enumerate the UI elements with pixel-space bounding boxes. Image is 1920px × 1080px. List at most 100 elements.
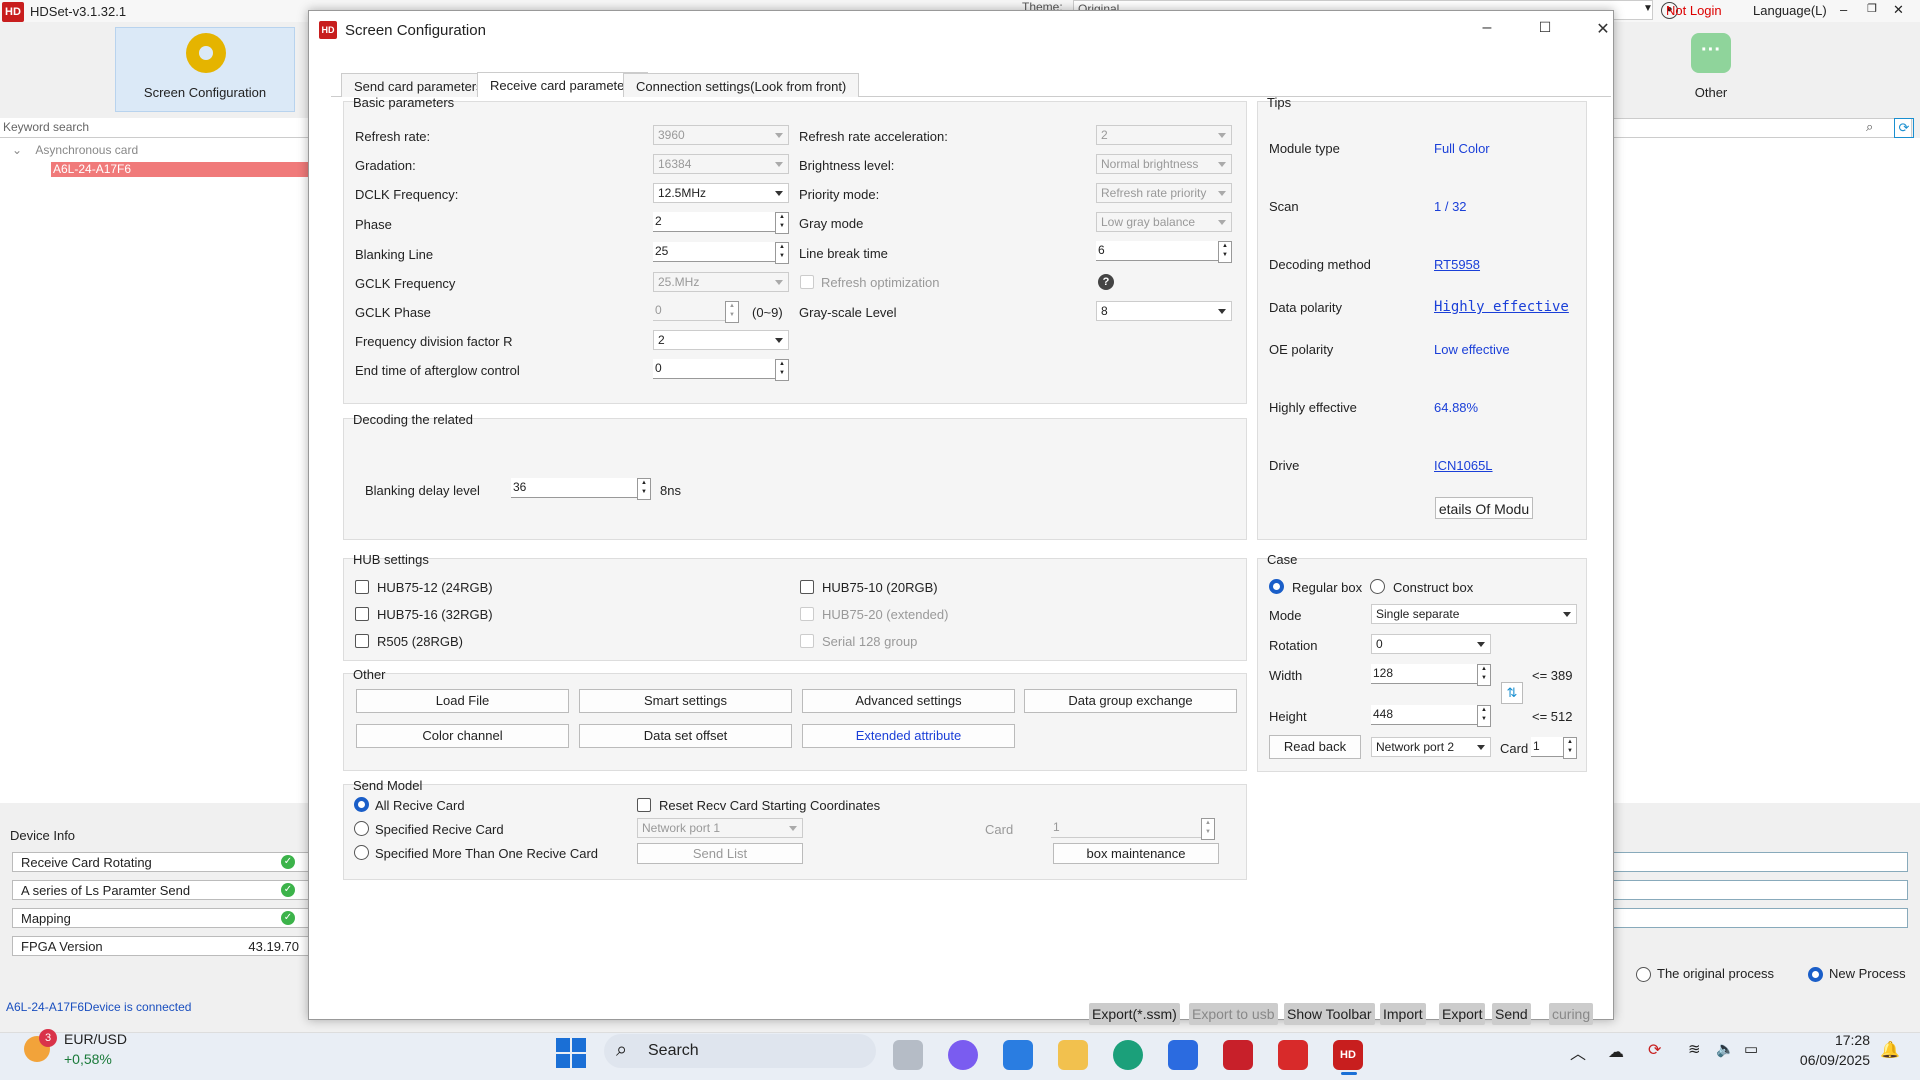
send-button[interactable]: Send — [1492, 1003, 1531, 1025]
hub75-10-checkbox[interactable] — [800, 580, 814, 594]
dclk-select[interactable]: 12.5MHz — [653, 183, 789, 203]
store-icon[interactable] — [1003, 1040, 1033, 1070]
taskbar-search[interactable]: Search — [604, 1034, 876, 1068]
width-spinbox[interactable]: 128 — [1371, 664, 1491, 686]
blanking-delay-spinbox[interactable]: 36 — [511, 478, 651, 500]
data-set-offset-button[interactable]: Data set offset — [579, 724, 792, 748]
drive-link[interactable]: ICN1065L — [1434, 458, 1493, 473]
minimize-icon[interactable]: – — [1840, 2, 1847, 17]
chevron-down-icon[interactable]: ▼ — [1643, 3, 1653, 14]
ticker-name[interactable]: EUR/USD — [64, 1031, 127, 1047]
hub75-16-checkbox[interactable] — [355, 607, 369, 621]
refresh-optimization-checkbox[interactable] — [800, 275, 814, 289]
priority-select[interactable]: Refresh rate priority — [1096, 183, 1232, 203]
regular-box-radio[interactable] — [1269, 579, 1284, 594]
restore-icon[interactable]: ❐ — [1867, 2, 1877, 15]
hub75-20-checkbox[interactable] — [800, 607, 814, 621]
line-break-spinbox[interactable]: 6 — [1096, 241, 1232, 263]
afterglow-spinbox[interactable]: 0 — [653, 359, 789, 381]
gray-mode-select[interactable]: Low gray balance — [1096, 212, 1232, 232]
login-link[interactable]: Not Login — [1666, 3, 1722, 18]
chevron-up-icon[interactable]: ︿ — [1570, 1040, 1586, 1064]
smart-settings-button[interactable]: Smart settings — [579, 689, 792, 713]
data-group-exchange-button[interactable]: Data group exchange — [1024, 689, 1237, 713]
load-file-button[interactable]: Load File — [356, 689, 569, 713]
box-maintenance-button[interactable]: box maintenance — [1053, 843, 1219, 864]
gradation-select[interactable]: 16384 — [653, 154, 789, 174]
keyword-search-input[interactable]: Keyword search — [0, 118, 310, 138]
edge-icon[interactable] — [1113, 1040, 1143, 1070]
brightness-select[interactable]: Normal brightness — [1096, 154, 1232, 174]
original-process-radio[interactable] — [1636, 967, 1651, 982]
blanking-line-spinbox[interactable]: 25 — [653, 242, 789, 264]
volume-icon[interactable]: 🔈 — [1716, 1040, 1735, 1058]
read-back-button[interactable]: Read back — [1269, 735, 1361, 759]
mode-select[interactable]: Single separate — [1371, 604, 1577, 624]
cloud-icon[interactable]: ☁ — [1608, 1042, 1624, 1062]
export-button[interactable]: Export — [1439, 1003, 1486, 1025]
decoding-method-link[interactable]: RT5958 — [1434, 257, 1480, 272]
specified-recive-card-radio[interactable] — [354, 821, 369, 836]
maximize-icon[interactable]: ☐ — [1525, 19, 1565, 41]
gray-scale-level-select[interactable]: 8 — [1096, 301, 1232, 321]
tree-root[interactable]: ⌄ Asynchronous card — [12, 143, 138, 157]
import-button[interactable]: Import — [1380, 1003, 1426, 1025]
new-process-radio[interactable] — [1808, 967, 1823, 982]
extended-attribute-button[interactable]: Extended attribute — [802, 724, 1015, 748]
data-polarity-link[interactable]: Highly effective — [1434, 299, 1569, 315]
swap-icon[interactable]: ⇅ — [1501, 682, 1523, 704]
more-icon[interactable]: ··· — [1691, 33, 1731, 73]
color-channel-button[interactable]: Color channel — [356, 724, 569, 748]
hdset-taskbar-icon[interactable]: HD — [1333, 1040, 1363, 1070]
close-icon[interactable]: ✕ — [1583, 19, 1623, 41]
close-icon[interactable]: ✕ — [1893, 2, 1904, 18]
multiple-recive-card-radio[interactable] — [354, 845, 369, 860]
refresh-icon[interactable]: ⟳ — [1894, 118, 1914, 138]
file-explorer-icon[interactable] — [1058, 1040, 1088, 1070]
network-port-select[interactable]: Network port 2 — [1371, 737, 1491, 757]
gclk-frequency-select[interactable]: 25.MHz — [653, 272, 789, 292]
curing-button[interactable]: curing — [1549, 1003, 1594, 1025]
windows-start-icon[interactable] — [556, 1038, 586, 1068]
app-icon[interactable] — [1168, 1040, 1198, 1070]
tree-item-device[interactable]: A6L-24-A17F6 — [51, 162, 311, 177]
sync-icon[interactable]: ⟳ — [1648, 1040, 1661, 1060]
tab-send-card[interactable]: Send card parameters — [341, 73, 496, 97]
send-network-port-select[interactable]: Network port 1 — [637, 818, 803, 838]
help-icon[interactable]: ? — [1098, 274, 1114, 290]
mcafee-icon[interactable] — [1223, 1040, 1253, 1070]
export-ssm-button[interactable]: Export(*.ssm) — [1089, 1003, 1180, 1025]
refresh-rate-select[interactable]: 3960 — [653, 125, 789, 145]
advanced-settings-button[interactable]: Advanced settings — [802, 689, 1015, 713]
minimize-icon[interactable]: – — [1467, 19, 1507, 41]
show-toolbar-button[interactable]: Show Toolbar — [1284, 1003, 1375, 1025]
construct-box-radio[interactable] — [1370, 579, 1385, 594]
gclk-phase-spinbox[interactable]: 0 — [653, 301, 739, 323]
r505-checkbox[interactable] — [355, 634, 369, 648]
send-card-spinbox[interactable]: 1 — [1051, 818, 1215, 840]
wifi-icon[interactable]: ≋ — [1688, 1040, 1701, 1058]
card-spinbox[interactable]: 1 — [1531, 737, 1577, 759]
freq-division-select[interactable]: 2 — [653, 330, 789, 350]
phase-spinbox[interactable]: 2 — [653, 212, 789, 234]
reset-coordinates-checkbox[interactable] — [637, 798, 651, 812]
height-spinbox[interactable]: 448 — [1371, 705, 1491, 727]
search-icon[interactable]: ⌕ — [1866, 119, 1873, 135]
send-list-button[interactable]: Send List — [637, 843, 803, 864]
notifications-icon[interactable]: 🔔 — [1880, 1040, 1900, 1060]
tab-connection-settings[interactable]: Connection settings(Look from front) — [623, 73, 860, 97]
battery-icon[interactable]: ▭ — [1744, 1040, 1758, 1058]
rotation-select[interactable]: 0 — [1371, 634, 1491, 654]
clock-date[interactable]: 06/09/2025 — [1786, 1052, 1870, 1068]
serial-128-checkbox[interactable] — [800, 634, 814, 648]
copilot-icon[interactable] — [948, 1040, 978, 1070]
rr-acceleration-select[interactable]: 2 — [1096, 125, 1232, 145]
hub75-12-checkbox[interactable] — [355, 580, 369, 594]
module-details-button[interactable]: etails Of Modu — [1435, 497, 1533, 519]
export-to-usb-button[interactable]: Export to usb — [1189, 1003, 1278, 1025]
clock-time[interactable]: 17:28 — [1810, 1032, 1870, 1048]
task-view-icon[interactable] — [893, 1040, 923, 1070]
language-menu[interactable]: Language(L) — [1753, 3, 1827, 18]
flash-app-icon[interactable] — [1278, 1040, 1308, 1070]
chevron-down-icon[interactable]: ⌄ — [12, 143, 22, 157]
